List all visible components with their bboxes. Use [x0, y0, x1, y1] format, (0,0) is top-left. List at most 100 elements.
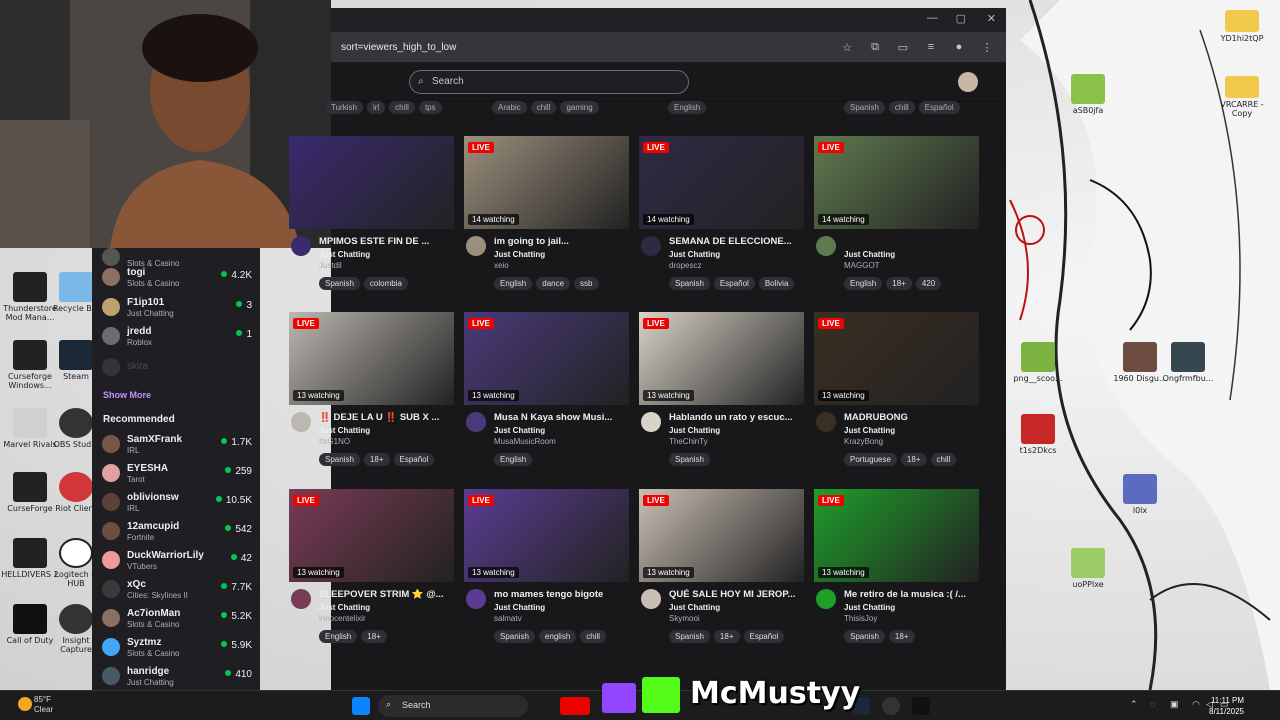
- stream-thumbnail[interactable]: LIVE 13 watching: [289, 312, 454, 405]
- desktop-icon-t1s2[interactable]: t1s2Dkcs: [1008, 414, 1068, 455]
- start-icon[interactable]: [352, 697, 370, 715]
- weather-widget[interactable]: 85°F Clear: [34, 695, 53, 715]
- channel-name[interactable]: MusaMusicRoom: [494, 437, 556, 446]
- channel-name[interactable]: TheChinTy: [669, 437, 708, 446]
- channel-avatar[interactable]: [466, 589, 486, 609]
- youtube-icon[interactable]: [560, 697, 590, 715]
- channel-name[interactable]: ThisisJoy: [844, 614, 877, 623]
- stream-card[interactable]: LIVE 14 watching im going to jail... Just C…: [464, 136, 629, 301]
- stream-category[interactable]: Just Chatting: [494, 426, 545, 435]
- show-more-link[interactable]: Show More: [103, 390, 151, 400]
- tag[interactable]: Spanish: [669, 630, 710, 643]
- stream-category[interactable]: Just Chatting: [669, 250, 720, 259]
- tag[interactable]: 420: [915, 277, 942, 290]
- sidebar-recommended-channel[interactable]: 12amcupid Fortnite 542: [102, 518, 252, 546]
- stream-title[interactable]: mo mames tengo bigote: [494, 589, 629, 600]
- sidebar-recommended-channel[interactable]: hanridge Just Chatting 410: [102, 663, 252, 690]
- sidebar-recommended-channel[interactable]: SamXFrank IRL 1.7K: [102, 431, 252, 459]
- sidebar-channel-offline[interactable]: skira: [102, 354, 252, 382]
- sidebar-recommended-channel[interactable]: Syztmz Slots & Casino 5.9K: [102, 634, 252, 662]
- obs-taskbar-icon[interactable]: [882, 697, 900, 715]
- tag[interactable]: chill: [930, 453, 957, 466]
- tag[interactable]: Spanish: [319, 277, 360, 290]
- channel-name[interactable]: dropescz: [669, 261, 701, 270]
- desktop-icon-png-scoo[interactable]: png__scoo...: [1008, 342, 1068, 383]
- stream-card[interactable]: LIVE 13 watching ‼️ DEJE LA U ‼️ SUB X ...…: [289, 312, 454, 477]
- tag[interactable]: 18+: [888, 630, 915, 643]
- stream-thumbnail[interactable]: LIVE 14 watching: [464, 136, 629, 229]
- menu-icon[interactable]: ⋮: [978, 41, 996, 54]
- sidebar-recommended-channel[interactable]: Ac7ionMan Slots & Casino 5.2K: [102, 605, 252, 633]
- stream-title[interactable]: QUÉ SALE HOY MI JEROP...: [669, 589, 804, 600]
- tag[interactable]: English: [494, 277, 533, 290]
- stream-title[interactable]: SLEEPOVER STRIM ⭐ @...: [319, 589, 454, 600]
- tag[interactable]: 18+: [900, 453, 927, 466]
- channel-avatar[interactable]: [816, 589, 836, 609]
- stream-card[interactable]: LIVE 13 watching Me retiro de la musica :(…: [814, 489, 979, 654]
- stream-title[interactable]: SEMANA DE ELECCIONE...: [669, 236, 804, 247]
- minimize-icon[interactable]: —: [927, 12, 938, 24]
- stream-title[interactable]: im going to jail...: [494, 236, 629, 247]
- stream-category[interactable]: Just Chatting: [494, 250, 545, 259]
- stream-thumbnail[interactable]: LIVE 14 watching: [814, 136, 979, 229]
- taskbar-search[interactable]: ⌕ Search: [378, 695, 528, 717]
- cast-icon[interactable]: ▭: [894, 41, 912, 54]
- stream-card[interactable]: LIVE 13 watching QUÉ SALE HOY MI JEROP... J…: [639, 489, 804, 654]
- sidebar-recommended-channel[interactable]: DuckWarriorLily VTubers 42: [102, 547, 252, 575]
- stream-title[interactable]: MADRUBONG: [844, 412, 979, 423]
- stream-category[interactable]: Just Chatting: [844, 603, 895, 612]
- channel-avatar[interactable]: [291, 412, 311, 432]
- stream-card[interactable]: LIVE 13 watching mo mames tengo bigote Just…: [464, 489, 629, 654]
- tag[interactable]: english: [538, 630, 577, 643]
- stream-title[interactable]: Me retiro de la musica :( /...: [844, 589, 979, 600]
- sidebar-channel[interactable]: F1ip101 Just Chatting 3: [102, 294, 252, 322]
- stream-thumbnail[interactable]: LIVE 13 watching: [464, 312, 629, 405]
- stream-category[interactable]: Just Chatting: [319, 250, 370, 259]
- twitch-icon[interactable]: [602, 683, 636, 713]
- stream-thumbnail[interactable]: LIVE 13 watching: [289, 489, 454, 582]
- desktop-icon-uoppl[interactable]: uoPPlxe: [1058, 548, 1118, 589]
- channel-avatar[interactable]: [816, 412, 836, 432]
- extensions-icon[interactable]: ⧉: [866, 41, 884, 54]
- sidebar-recommended-channel[interactable]: EYESHA Tarot 259: [102, 460, 252, 488]
- tag[interactable]: English: [319, 630, 358, 643]
- stream-title[interactable]: ‼️ DEJE LA U ‼️ SUB X ...: [319, 412, 454, 423]
- stream-category[interactable]: Just Chatting: [669, 426, 720, 435]
- desktop-icon-folder-1[interactable]: YD1hi2tQP: [1212, 10, 1272, 43]
- desktop-icon-image-1[interactable]: aSB0jfa: [1058, 74, 1118, 115]
- close-icon[interactable]: ✕: [987, 12, 996, 25]
- tag[interactable]: 18+: [713, 630, 740, 643]
- sidebar-channel[interactable]: togi Slots & Casino 4.2K: [102, 264, 252, 292]
- stream-thumbnail[interactable]: LIVE 14 watching: [639, 136, 804, 229]
- tag[interactable]: 18+: [363, 453, 390, 466]
- stream-thumbnail[interactable]: LIVE 13 watching: [814, 312, 979, 405]
- stream-card[interactable]: LIVE 14 watching Just Chatting MAGGOT Englis…: [814, 136, 979, 301]
- tag[interactable]: Spanish: [319, 453, 360, 466]
- stream-category[interactable]: Just Chatting: [319, 603, 370, 612]
- channel-name[interactable]: xeio: [494, 261, 509, 270]
- maximize-icon[interactable]: ▢: [956, 12, 966, 25]
- channel-avatar[interactable]: [466, 412, 486, 432]
- stream-thumbnail[interactable]: LIVE 13 watching: [464, 489, 629, 582]
- stream-thumbnail[interactable]: LIVE 13 watching: [639, 489, 804, 582]
- stream-title[interactable]: Hablando un rato y escuc...: [669, 412, 804, 423]
- sidebar-recommended-channel[interactable]: oblivionsw IRL 10.5K: [102, 489, 252, 517]
- tag[interactable]: Bolivia: [758, 277, 795, 290]
- channel-name[interactable]: Justdil: [319, 261, 342, 270]
- sidebar-recommended-channel[interactable]: xQc Cities: Skylines II 7.7K: [102, 576, 252, 604]
- channel-name[interactable]: innocentelixir: [319, 614, 366, 623]
- tag[interactable]: Español: [713, 277, 755, 290]
- url-text[interactable]: sort=viewers_high_to_low: [341, 42, 828, 53]
- sidebar-channel[interactable]: jredd Roblox 1: [102, 323, 252, 351]
- tag[interactable]: ssb: [574, 277, 599, 290]
- stream-thumbnail[interactable]: LIVE 13 watching: [639, 312, 804, 405]
- search-input[interactable]: ⌕ Search: [409, 70, 689, 94]
- channel-avatar[interactable]: [466, 236, 486, 256]
- stream-category[interactable]: Just Chatting: [319, 426, 370, 435]
- tag[interactable]: Spanish: [494, 630, 535, 643]
- stream-title[interactable]: MPIMOS ESTE FIN DE ...: [319, 236, 454, 247]
- stream-category[interactable]: Just Chatting: [844, 426, 895, 435]
- stream-card[interactable]: LIVE 13 watching MADRUBONG Just Chatting Kra…: [814, 312, 979, 477]
- channel-avatar[interactable]: [641, 236, 661, 256]
- tag[interactable]: 18+: [886, 277, 912, 290]
